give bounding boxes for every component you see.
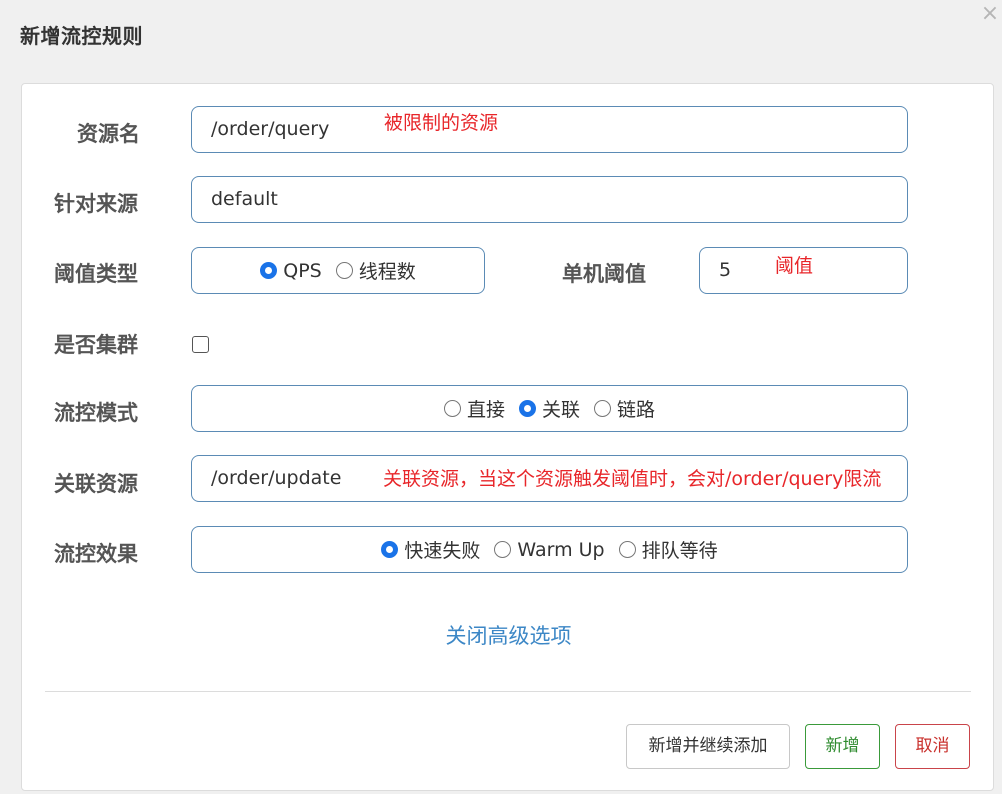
close-icon[interactable]: × [978, 2, 1002, 26]
radio-chain-label: 链路 [617, 399, 656, 421]
radio-direct-circle[interactable] [443, 400, 461, 417]
add-and-continue-button[interactable]: 新增并继续添加 [626, 724, 790, 769]
radio-relate-label: 关联 [541, 399, 580, 421]
threshold-type-label: 阈值类型 [54, 262, 138, 286]
radio-fast-fail-label: 快速失败 [404, 540, 481, 562]
dialog-title: 新增流控规则 [20, 24, 143, 48]
radio-fast-fail[interactable]: 快速失败 [381, 536, 480, 563]
radio-relate[interactable]: 关联 [518, 395, 580, 422]
strategy-label: 流控模式 [54, 401, 138, 425]
radio-qps-circle[interactable] [260, 262, 278, 279]
resource-value: /order/query [211, 118, 330, 140]
resource-label: 资源名 [77, 122, 140, 146]
radio-direct-label: 直接 [466, 399, 505, 421]
cluster-checkbox[interactable] [192, 336, 209, 353]
radio-queue[interactable]: 排队等待 [618, 536, 718, 563]
close-advanced-options-link[interactable]: 关闭高级选项 [22, 622, 995, 650]
threshold-label: 单机阈值 [562, 262, 646, 286]
radio-warm-up-label: Warm Up [517, 538, 605, 561]
cluster-label: 是否集群 [54, 333, 138, 357]
radio-qps-label: QPS [283, 259, 322, 282]
radio-thread-count[interactable]: 线程数 [335, 257, 416, 284]
divider [45, 691, 971, 692]
resource-annotation: 被限制的资源 [384, 112, 499, 134]
radio-direct[interactable]: 直接 [443, 395, 505, 422]
radio-relate-circle[interactable] [518, 400, 536, 417]
radio-thread-count-label: 线程数 [358, 261, 416, 283]
radio-queue-label: 排队等待 [641, 540, 718, 562]
ref-annotation-suffix: 限流 [843, 468, 882, 490]
ref-resource-annotation: 关联资源，当这个资源触发阈值时，会对/order/query限流 [383, 467, 881, 491]
cancel-button[interactable]: 取消 [895, 724, 970, 769]
ref-resource-label: 关联资源 [54, 472, 138, 496]
radio-qps[interactable]: QPS [260, 259, 322, 282]
radio-warm-up[interactable]: Warm Up [494, 538, 605, 561]
limit-app-input[interactable]: default [191, 176, 908, 223]
form-panel: 资源名 /order/query 被限制的资源 针对来源 default 阈值类… [21, 83, 994, 791]
threshold-value: 5 [719, 259, 732, 281]
threshold-type-group: QPS 线程数 [191, 247, 485, 294]
ref-annotation-target: /order/query [725, 468, 844, 490]
radio-chain[interactable]: 链路 [594, 395, 655, 422]
radio-queue-circle[interactable] [618, 541, 636, 558]
add-button[interactable]: 新增 [805, 724, 880, 769]
limit-app-label: 针对来源 [54, 192, 138, 216]
control-behavior-group: 快速失败 Warm Up 排队等待 [191, 526, 908, 573]
threshold-annotation: 阈值 [775, 255, 814, 277]
resource-input[interactable]: /order/query 被限制的资源 [191, 106, 908, 153]
ref-resource-input[interactable]: /order/update 关联资源，当这个资源触发阈值时，会对/order/q… [191, 455, 908, 502]
radio-fast-fail-circle[interactable] [381, 541, 399, 558]
ref-resource-value: /order/update [211, 467, 342, 489]
radio-thread-count-circle[interactable] [335, 262, 353, 279]
ref-annotation-prefix: 关联资源，当这个资源触发阈值时，会对 [383, 468, 726, 490]
radio-warm-up-circle[interactable] [494, 541, 512, 558]
strategy-group: 直接 关联 链路 [191, 385, 908, 432]
flow-rule-dialog: 新增流控规则 × 资源名 /order/query 被限制的资源 针对来源 de… [0, 0, 1002, 794]
control-behavior-label: 流控效果 [54, 542, 138, 566]
limit-app-value: default [211, 188, 278, 210]
radio-chain-circle[interactable] [594, 400, 611, 417]
threshold-input[interactable]: 5 阈值 [699, 247, 908, 294]
